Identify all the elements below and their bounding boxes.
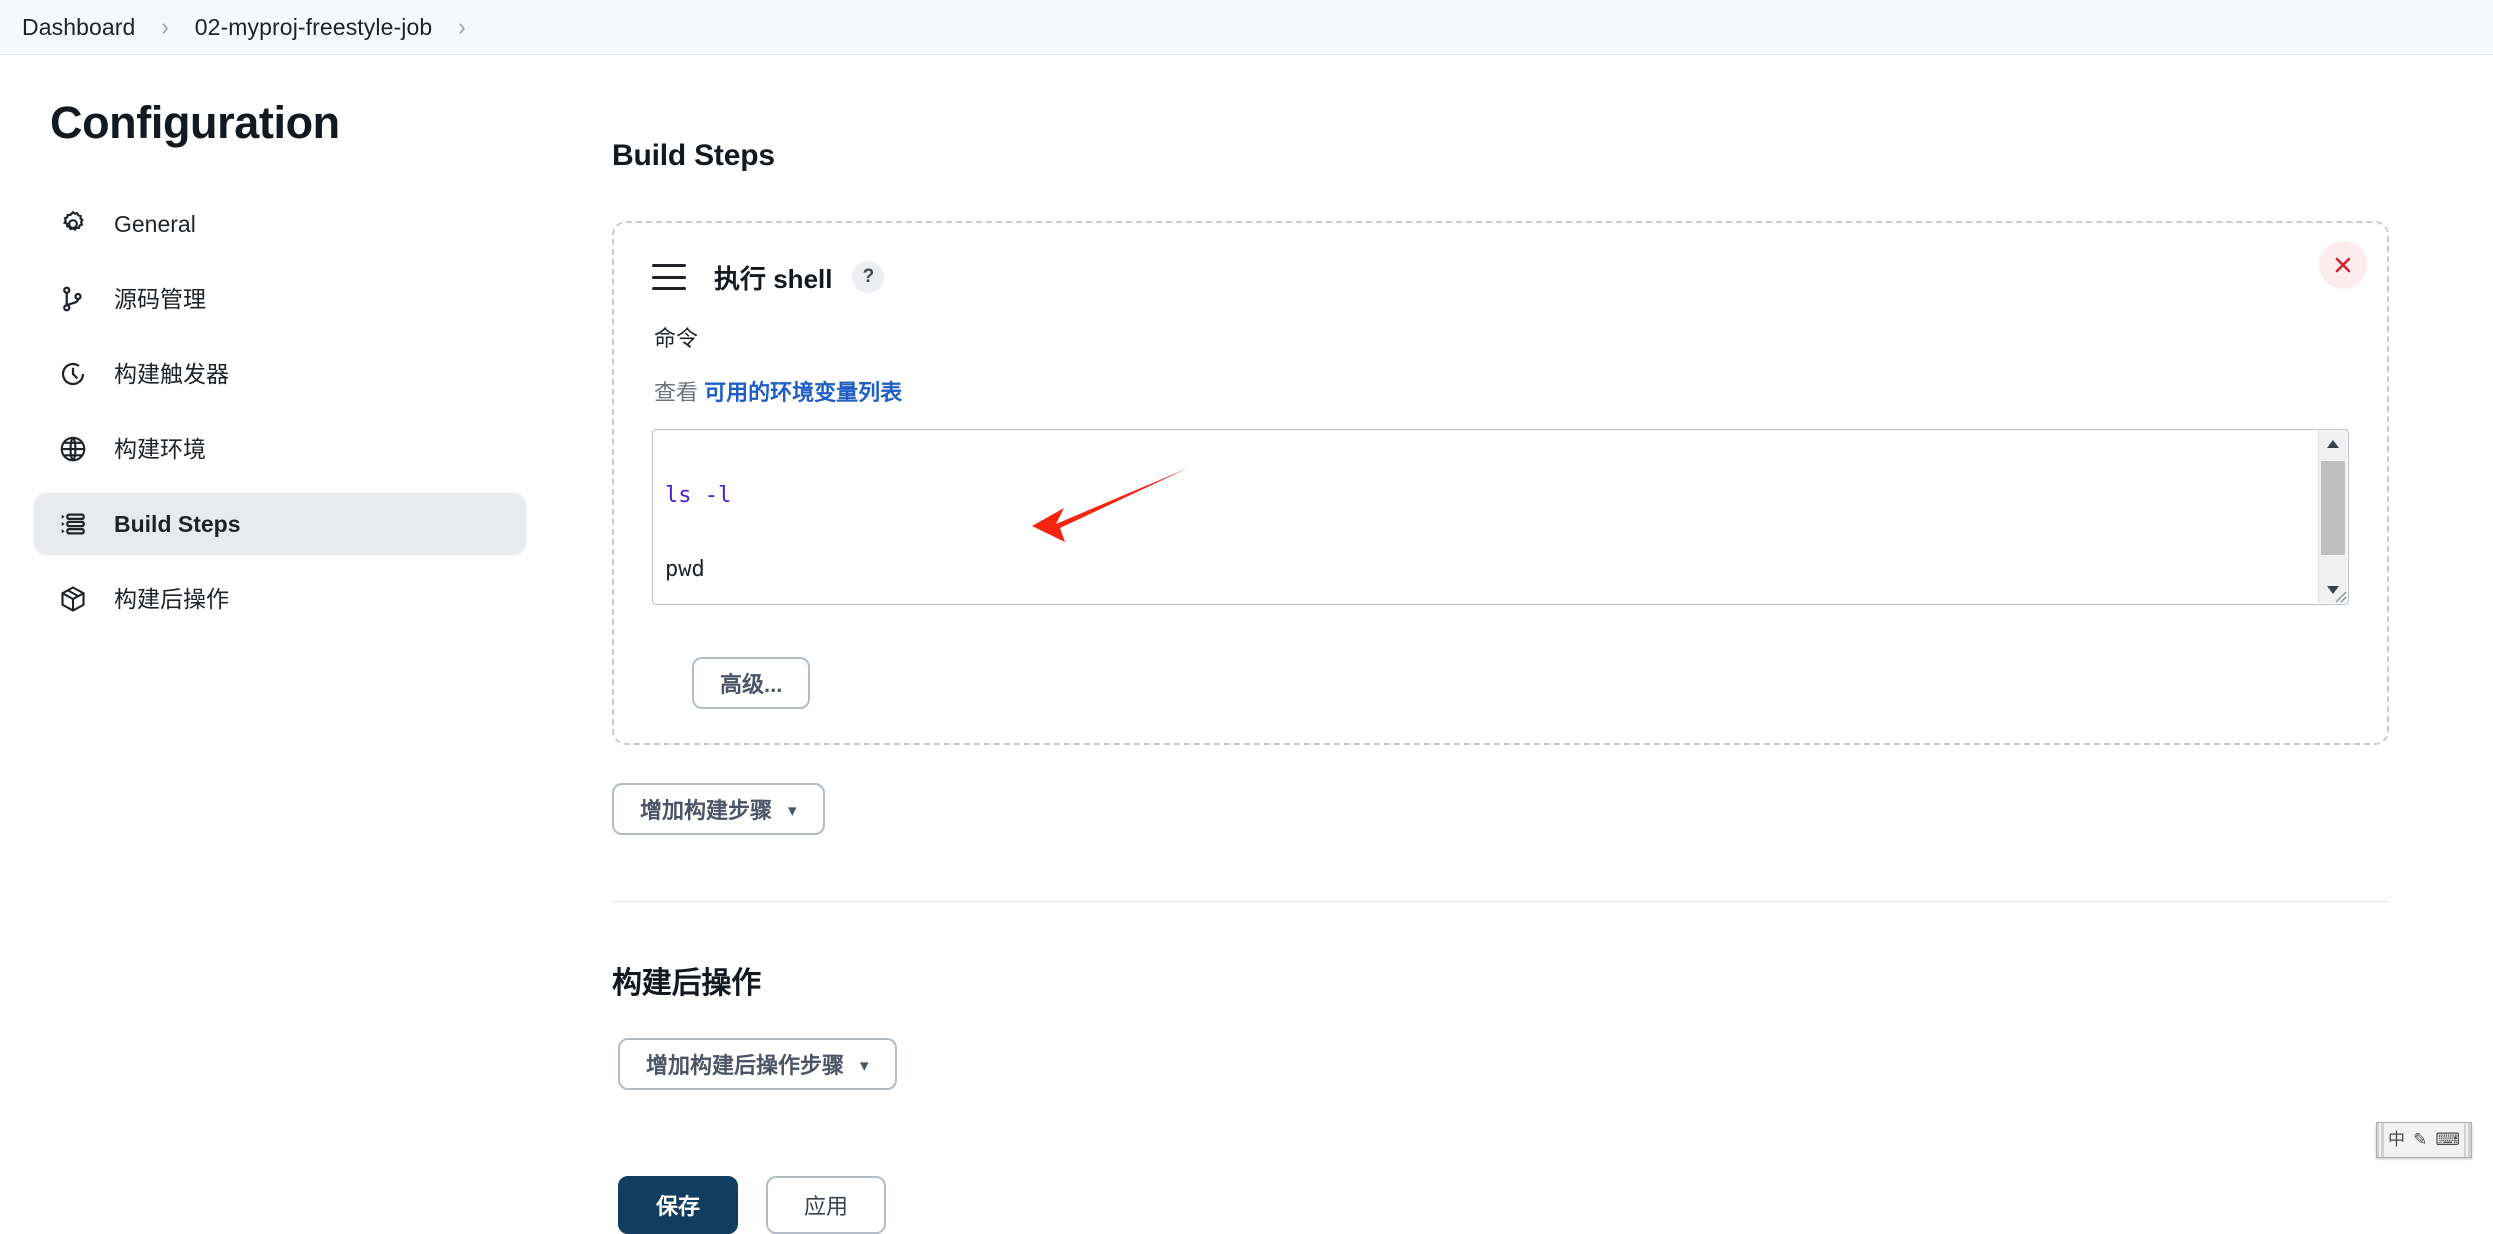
advanced-button[interactable]: 高级... [692,657,811,709]
editor-scrollbar[interactable] [2318,431,2347,603]
sidebar-item-label: Build Steps [114,510,241,537]
sidebar-item-label: 构建环境 [114,435,206,462]
sidebar-item-label: General [114,210,196,237]
env-vars-prefix: 查看 [654,380,699,405]
ime-handwriting-icon[interactable]: ✎ [2409,1131,2431,1149]
scroll-up-icon[interactable] [2319,431,2347,457]
build-step-title: 执行 shell [714,263,833,294]
chevron-down-icon: ▾ [860,1055,869,1075]
build-steps-heading: Build Steps [612,139,775,172]
ime-drag-grip-right[interactable] [2463,1123,2471,1157]
command-editor[interactable]: ls -l pwd # 打包代码 tar -zvcf /tmp/myproj.t… [652,429,2349,605]
breadcrumb-item-dashboard[interactable]: Dashboard [22,14,135,41]
command-label: 命令 [654,326,699,351]
breadcrumb-separator-trailing: › [458,12,466,41]
breadcrumb: Dashboard › 02-myproj-freestyle-job › [0,0,2493,55]
code-token: ls -l [665,483,732,508]
command-editor-content[interactable]: ls -l pwd # 打包代码 tar -zvcf /tmp/myproj.t… [653,430,2348,604]
sidebar-item-label: 构建后操作 [114,585,229,612]
globe-icon [56,432,90,466]
help-icon[interactable]: ? [852,261,885,293]
chevron-down-icon: ▾ [788,800,797,820]
add-build-step-button[interactable]: 增加构建步骤 ▾ [612,783,825,835]
code-token: pwd [665,557,705,582]
scrollbar-thumb[interactable] [2321,461,2345,555]
apply-button[interactable]: 应用 [766,1176,886,1234]
ime-keyboard-icon[interactable]: ⌨ [2431,1131,2464,1149]
breadcrumb-item-job[interactable]: 02-myproj-freestyle-job [195,14,433,41]
build-step-header: 执行 shell ? [652,255,2349,299]
gear-icon [56,207,90,241]
clock-icon [56,357,90,391]
list-icon [56,507,90,541]
add-post-build-step-label: 增加构建后操作步骤 [646,1053,845,1078]
sidebar-item-source-control[interactable]: 源码管理 [34,268,526,330]
section-divider [612,901,2389,902]
build-step-card: 执行 shell ? 命令 查看 可用的环境变量列表 ls -l pwd # 打… [612,221,2389,745]
sidebar-item-label: 构建触发器 [114,360,229,387]
close-icon[interactable] [2319,241,2367,289]
env-vars-link[interactable]: 可用的环境变量列表 [704,380,902,405]
add-post-build-step-button[interactable]: 增加构建后操作步骤 ▾ [618,1038,897,1090]
page-body: Configuration General 源码管理 构建触发器 构建环境 Bu… [0,55,2493,1234]
sidebar-item-build-triggers[interactable]: 构建触发器 [34,343,526,405]
main-content: Build Steps 执行 shell ? 命令 查看 可用的环境变量列表 l… [560,55,2493,1234]
ime-drag-grip[interactable] [2377,1123,2384,1157]
sidebar-item-build-environment[interactable]: 构建环境 [34,418,526,480]
post-build-heading: 构建后操作 [612,967,761,1000]
env-vars-line: 查看 可用的环境变量列表 [654,375,2349,407]
drag-handle-icon[interactable] [652,264,686,290]
add-build-step-label: 增加构建步骤 [640,798,773,823]
scroll-down-icon[interactable] [2319,577,2347,603]
sidebar-item-label: 源码管理 [114,285,206,312]
sidebar-item-build-steps[interactable]: Build Steps [34,493,526,555]
code-line: pwd [665,551,2348,588]
ime-status-bar[interactable]: 中 ✎ ⌨ [2376,1122,2472,1158]
breadcrumb-separator: › [161,12,169,41]
branch-icon [56,282,90,316]
sidebar-item-post-build-actions[interactable]: 构建后操作 [34,568,526,630]
sidebar: Configuration General 源码管理 构建触发器 构建环境 Bu… [0,55,560,643]
page-title: Configuration [50,97,340,148]
ime-mode-icon[interactable]: 中 [2384,1131,2409,1149]
save-button[interactable]: 保存 [618,1176,738,1234]
sidebar-nav: General 源码管理 构建触发器 构建环境 Build Steps 构建后操… [0,193,560,630]
sidebar-item-general[interactable]: General [34,193,526,255]
package-icon [56,582,90,616]
form-actions: 保存 应用 [618,1176,2389,1234]
code-line: ls -l [665,477,2348,514]
